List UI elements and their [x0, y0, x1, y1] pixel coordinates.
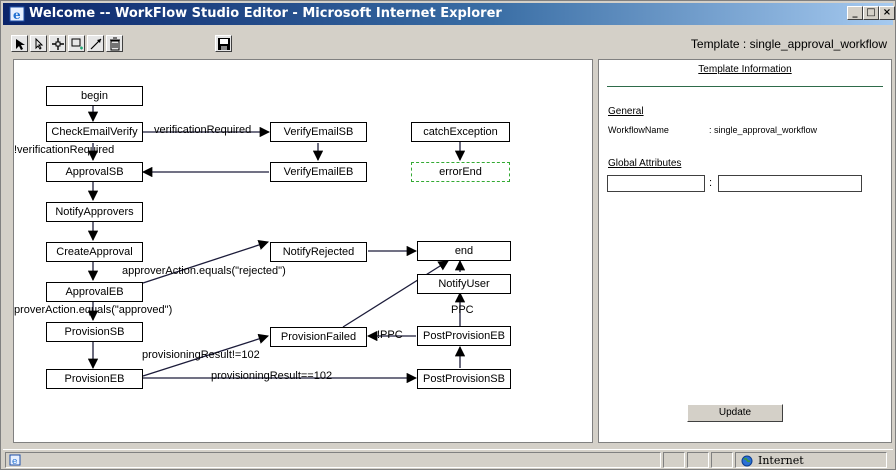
update-button[interactable]: Update: [687, 404, 783, 422]
minimize-button[interactable]: _: [847, 6, 863, 20]
panel-divider: [607, 86, 883, 87]
template-info-panel: Template Information General WorkflowNam…: [598, 59, 892, 443]
node-notify-rejected[interactable]: NotifyRejected: [270, 242, 367, 262]
workflow-canvas[interactable]: begin CheckEmailVerify VerifyEmailSB cat…: [13, 59, 593, 443]
node-verify-email-eb[interactable]: VerifyEmailEB: [270, 162, 367, 182]
node-provision-eb[interactable]: ProvisionEB: [46, 369, 143, 389]
node-approval-sb[interactable]: ApprovalSB: [46, 162, 143, 182]
delete-icon[interactable]: [106, 35, 123, 52]
edge-label-not-verification-required: !verificationRequired: [14, 144, 115, 156]
workflow-name-value: : single_approval_workflow: [709, 125, 818, 135]
edge-label-approved: proverAction.equals("approved"): [14, 304, 173, 316]
ie-logo-icon: e: [9, 6, 25, 22]
node-create-approval[interactable]: CreateApproval: [46, 242, 143, 262]
node-end[interactable]: end: [417, 241, 511, 261]
node-notify-approvers[interactable]: NotifyApprovers: [46, 202, 143, 222]
title-bar: e Welcome -- WorkFlow Studio Editor - Mi…: [3, 3, 895, 25]
node-approval-eb[interactable]: ApprovalEB: [46, 282, 143, 302]
edge-label-result-not-102: provisioningResult!=102: [142, 349, 260, 361]
general-heading: General: [608, 106, 644, 117]
node-provision-failed[interactable]: ProvisionFailed: [270, 327, 367, 347]
node-error-end[interactable]: errorEnd: [411, 162, 510, 182]
status-cell-2: [687, 452, 709, 468]
node-verify-email-sb[interactable]: VerifyEmailSB: [270, 122, 367, 142]
node-check-email-verify[interactable]: CheckEmailVerify: [46, 122, 143, 142]
add-node-icon[interactable]: [68, 35, 85, 52]
node-post-provision-eb[interactable]: PostProvisionEB: [417, 326, 511, 346]
node-provision-sb[interactable]: ProvisionSB: [46, 322, 143, 342]
move-icon[interactable]: [49, 35, 66, 52]
status-cell-1: [663, 452, 685, 468]
connect-icon[interactable]: [87, 35, 104, 52]
editor-toolbar: Template : single_approval_workflow: [5, 27, 893, 57]
template-label: Template : single_approval_workflow: [690, 37, 887, 51]
edge-label-result-eq-102: provisioningResult==102: [211, 370, 333, 382]
attribute-key-input[interactable]: [607, 175, 705, 192]
node-begin[interactable]: begin: [46, 86, 143, 106]
global-attributes-heading: Global Attributes: [608, 158, 682, 169]
page-icon: e: [9, 454, 21, 466]
attribute-separator: :: [709, 177, 713, 189]
browser-window: e Welcome -- WorkFlow Studio Editor - Mi…: [0, 0, 896, 470]
window-title: Welcome -- WorkFlow Studio Editor - Micr…: [29, 6, 502, 21]
node-catch-exception[interactable]: catchException: [411, 122, 510, 142]
panel-title: Template Information: [698, 64, 792, 75]
status-zone: Internet: [735, 452, 887, 468]
close-button[interactable]: ×: [879, 6, 895, 20]
maximize-button[interactable]: □: [863, 6, 879, 20]
edge-label-verification-required: verificationRequired: [154, 124, 252, 136]
svg-text:e: e: [12, 457, 17, 466]
pointer-icon[interactable]: [30, 35, 47, 52]
status-main: e: [5, 452, 661, 468]
select-arrow-icon[interactable]: [11, 35, 28, 52]
globe-icon: [741, 455, 753, 467]
edge-label-not-ppc: !PPC: [377, 329, 403, 341]
zone-label: Internet: [758, 454, 804, 467]
attribute-value-input[interactable]: [718, 175, 862, 192]
node-notify-user[interactable]: NotifyUser: [417, 274, 511, 294]
edge-label-rejected: approverAction.equals("rejected"): [122, 265, 286, 277]
node-post-provision-sb[interactable]: PostProvisionSB: [417, 369, 511, 389]
svg-text:e: e: [13, 8, 21, 22]
save-icon[interactable]: [215, 35, 232, 52]
status-bar: e Internet: [3, 449, 893, 469]
status-cell-3: [711, 452, 733, 468]
edge-label-ppc: PPC: [451, 304, 474, 316]
workflow-name-label: WorkflowName: [608, 125, 669, 135]
